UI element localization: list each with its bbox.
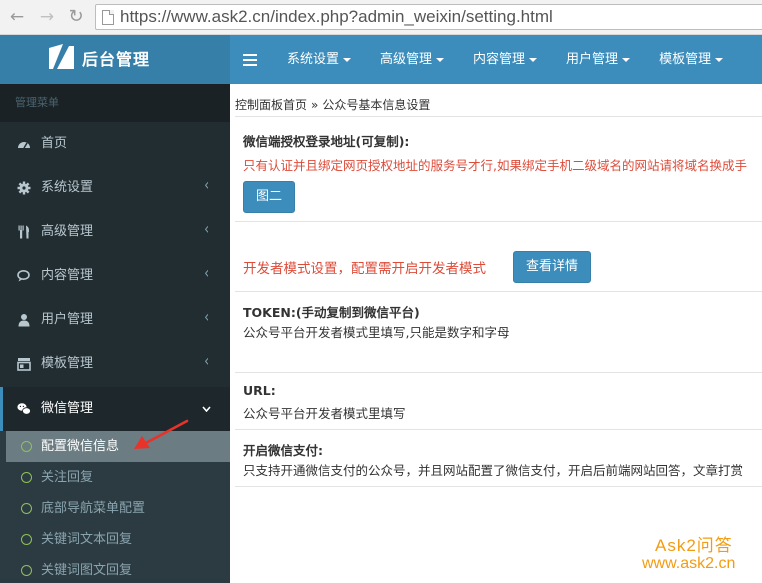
caret-down-icon xyxy=(529,57,538,62)
sidebar: 管理菜单 首页 系统设置 ‹ 高级管理 ‹ 内容管理 ‹ 用户管理 ‹ 模板管理… xyxy=(0,84,230,583)
submenu-item-keyword-text[interactable]: 关键词文本回复 xyxy=(6,524,230,555)
gear-icon xyxy=(17,181,31,195)
nav-label: 系统设置 xyxy=(287,52,340,67)
logo-text: 后台管理 xyxy=(82,50,151,69)
circle-icon xyxy=(21,534,32,545)
nav-label: 高级管理 xyxy=(380,52,433,67)
auth-url-note: 只有认证并且绑定网页授权地址的服务号才行,如果绑定手机二级域名的网站请将域名换成… xyxy=(243,158,747,173)
annotation-arrow xyxy=(134,419,189,449)
divider xyxy=(235,372,762,373)
comments-icon xyxy=(17,270,30,282)
page-icon xyxy=(102,10,114,25)
nav-label: 用户管理 xyxy=(566,52,619,67)
sidebar-item-content[interactable]: 内容管理 ‹ xyxy=(0,254,230,298)
template-icon xyxy=(17,358,31,371)
nav-templates[interactable]: 模板管理 xyxy=(659,35,724,84)
caret-down-icon xyxy=(715,57,724,62)
divider xyxy=(235,486,762,487)
sidebar-toggle-icon[interactable] xyxy=(243,48,257,70)
chevron-left-icon: ‹ xyxy=(204,307,209,327)
figure-two-button[interactable]: 图二 xyxy=(243,181,295,213)
circle-icon xyxy=(21,503,32,514)
caret-down-icon xyxy=(343,57,352,62)
chevron-left-icon: ‹ xyxy=(204,351,209,371)
sidebar-item-home[interactable]: 首页 xyxy=(0,122,230,166)
submenu-item-label: 配置微信信息 xyxy=(41,439,120,454)
submenu-item-follow-reply[interactable]: 关注回复 xyxy=(6,462,230,493)
sidebar-item-label: 用户管理 xyxy=(41,312,94,327)
auth-url-label: 微信端授权登录地址(可复制): xyxy=(243,134,410,149)
token-label: TOKEN:(手动复制到微信平台) xyxy=(243,305,420,320)
nav-label: 模板管理 xyxy=(659,52,712,67)
sidebar-item-label: 内容管理 xyxy=(41,268,94,283)
url-label: URL: xyxy=(243,383,276,398)
breadcrumb: 控制面板首页 » 公众号基本信息设置 xyxy=(235,96,430,113)
forward-icon[interactable]: → xyxy=(36,6,58,28)
watermark-brand: Ask2问答 xyxy=(655,536,733,555)
cutlery-icon xyxy=(18,225,30,239)
logo[interactable]: 后台管理 xyxy=(0,35,230,84)
reload-icon[interactable]: ↻ xyxy=(65,6,87,28)
circle-icon xyxy=(21,441,32,452)
nav-system-settings[interactable]: 系统设置 xyxy=(287,35,352,84)
sidebar-item-label: 模板管理 xyxy=(41,356,94,371)
dashboard-icon xyxy=(18,142,30,149)
chevron-down-icon xyxy=(202,406,211,412)
sidebar-item-label: 高级管理 xyxy=(41,224,94,239)
browser-toolbar: ← → ↻ https://www.ask2.cn/index.php?admi… xyxy=(0,0,762,35)
url-description: 公众号平台开发者模式里填写 xyxy=(243,406,406,421)
view-details-button[interactable]: 查看详情 xyxy=(513,251,591,283)
caret-down-icon xyxy=(436,57,445,62)
submenu-item-label: 关键词文本回复 xyxy=(41,532,133,547)
chevron-left-icon: ‹ xyxy=(204,263,209,283)
divider xyxy=(235,221,762,222)
submenu-item-label: 底部导航菜单配置 xyxy=(41,501,146,516)
breadcrumb-home[interactable]: 控制面板首页 xyxy=(235,98,307,112)
submenu-item-label: 关键词图文回复 xyxy=(41,563,133,578)
submenu-item-config-wechat[interactable]: 配置微信信息 xyxy=(6,431,230,462)
sidebar-item-system-settings[interactable]: 系统设置 ‹ xyxy=(0,166,230,210)
chevron-left-icon: ‹ xyxy=(204,175,209,195)
address-text[interactable]: https://www.ask2.cn/index.php?admin_weix… xyxy=(120,7,553,27)
submenu-item-bottom-nav[interactable]: 底部导航菜单配置 xyxy=(6,493,230,524)
address-bar[interactable]: https://www.ask2.cn/index.php?admin_weix… xyxy=(95,4,762,30)
logo-icon xyxy=(49,44,74,69)
nav-users[interactable]: 用户管理 xyxy=(566,35,631,84)
submenu-item-label: 关注回复 xyxy=(41,470,94,485)
user-icon xyxy=(18,314,30,327)
sidebar-header: 管理菜单 xyxy=(0,84,230,122)
sidebar-item-templates[interactable]: 模板管理 ‹ xyxy=(0,342,230,386)
divider xyxy=(235,429,762,430)
watermark-url: www.ask2.cn xyxy=(642,555,736,572)
sidebar-item-label: 系统设置 xyxy=(41,180,94,195)
wechat-submenu: 配置微信信息 关注回复 底部导航菜单配置 关键词文本回复 关键词图文回复 xyxy=(0,431,230,583)
back-icon[interactable]: ← xyxy=(6,6,28,28)
sidebar-item-users[interactable]: 用户管理 ‹ xyxy=(0,298,230,342)
submenu-item-keyword-news[interactable]: 关键词图文回复 xyxy=(6,555,230,583)
nav-advanced[interactable]: 高级管理 xyxy=(380,35,445,84)
circle-icon xyxy=(21,472,32,483)
chevron-left-icon: ‹ xyxy=(204,219,209,239)
top-nav: 系统设置 高级管理 内容管理 用户管理 模板管理 xyxy=(287,35,724,84)
breadcrumb-current: 公众号基本信息设置 xyxy=(322,98,431,112)
divider xyxy=(235,291,762,292)
sidebar-item-wechat[interactable]: 微信管理 xyxy=(0,387,230,431)
caret-down-icon xyxy=(622,57,631,62)
main-content: 控制面板首页 » 公众号基本信息设置 微信端授权登录地址(可复制): 只有认证并且绑… xyxy=(230,84,762,583)
top-header: 后台管理 系统设置 高级管理 内容管理 用户管理 模板管理 xyxy=(0,35,762,84)
sidebar-item-label: 微信管理 xyxy=(41,401,94,416)
breadcrumb-separator: » xyxy=(311,98,319,112)
nav-label: 内容管理 xyxy=(473,52,526,67)
token-description: 公众号平台开发者模式里填写,只能是数字和字母 xyxy=(243,325,510,340)
wechat-pay-label: 开启微信支付: xyxy=(243,443,323,458)
nav-content[interactable]: 内容管理 xyxy=(473,35,538,84)
sidebar-item-advanced[interactable]: 高级管理 ‹ xyxy=(0,210,230,254)
sidebar-item-label: 首页 xyxy=(41,136,68,151)
dev-mode-text: 开发者模式设置，配置需开启开发者模式 xyxy=(243,261,486,277)
circle-icon xyxy=(21,565,32,576)
divider xyxy=(235,116,762,117)
wechat-pay-description: 只支持开通微信支付的公众号，并且网站配置了微信支付，开启后前端网站回答，文章打赏 xyxy=(243,463,744,478)
wechat-icon xyxy=(17,403,31,415)
